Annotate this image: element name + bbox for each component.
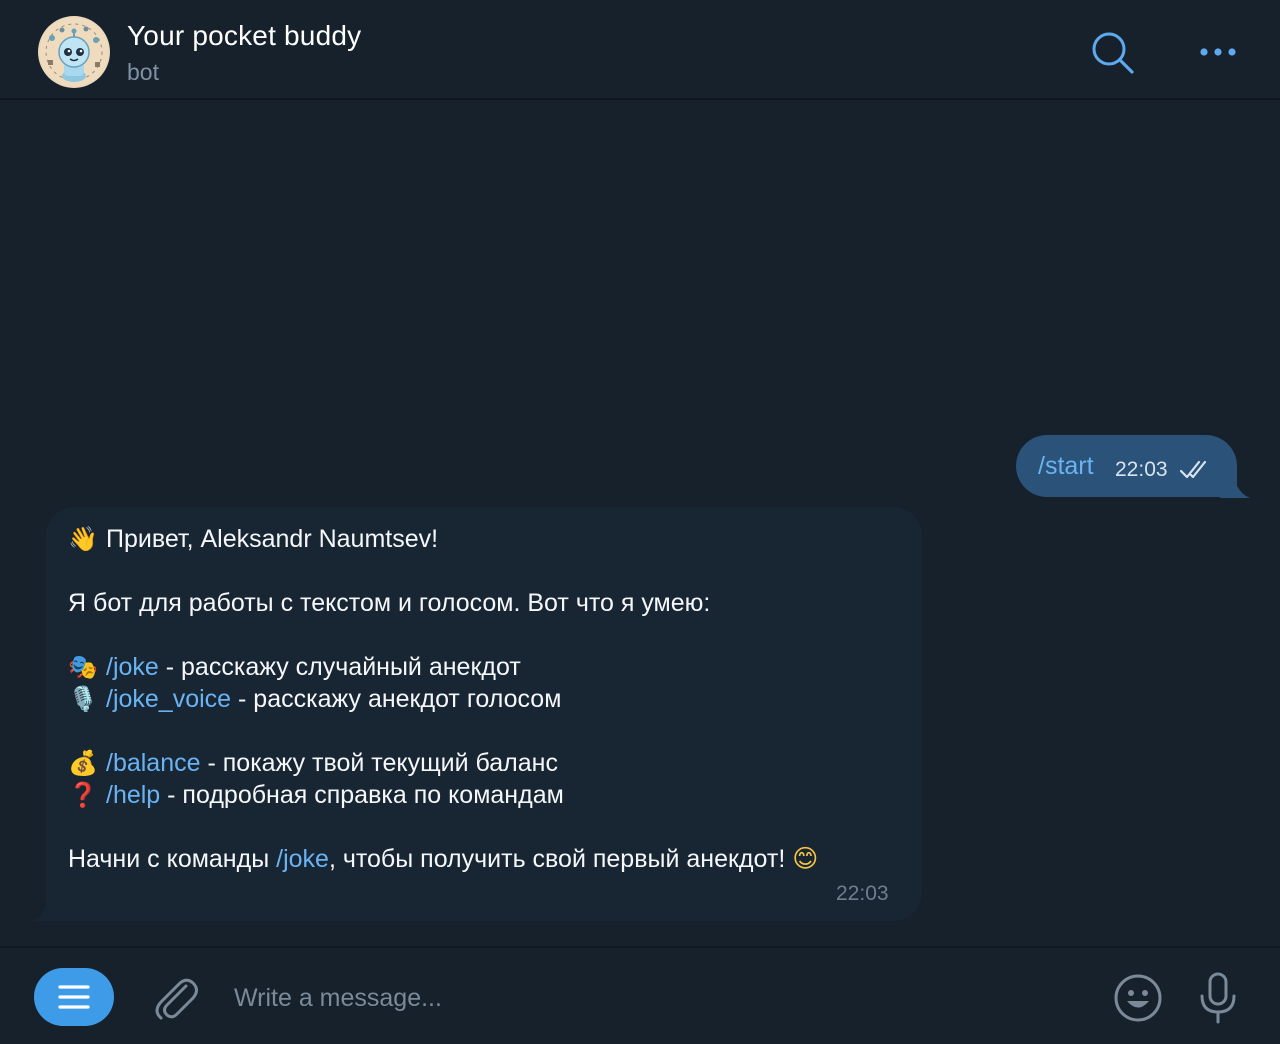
command-line-joke-voice: 🎙️ /joke_voice - расскажу анекдот голосом (68, 683, 561, 715)
bot-avatar[interactable] (38, 16, 110, 88)
attach-button[interactable] (150, 972, 200, 1024)
emoji-button[interactable] (1112, 972, 1164, 1024)
outro-text-after: , чтобы получить свой первый анекдот! (328, 845, 793, 873)
incoming-bubble-tail (32, 885, 62, 921)
incoming-message-time: 22:03 (836, 882, 889, 905)
waving-hand-icon: 👋 (68, 525, 98, 553)
chat-window: Your pocket buddy bot /start 22:03 👋 При… (0, 0, 1280, 1044)
microphone-emoji-icon: 🎙️ (68, 685, 98, 713)
menu-icon (58, 985, 90, 1009)
intro-line: Я бот для работы с текстом и голосом. Во… (68, 589, 711, 617)
outgoing-message-time: 22:03 (1115, 458, 1168, 481)
outgoing-message-text[interactable]: /start (1038, 452, 1094, 481)
chat-subtitle: bot (127, 59, 159, 85)
greeting-line: 👋 Привет, Aleksandr Naumtsev! (68, 523, 438, 555)
voice-record-button[interactable] (1196, 970, 1240, 1026)
outro-text-before: Начни с команды (68, 845, 277, 873)
paperclip-icon (155, 978, 198, 1020)
command-description: - покажу твой текущий баланс (200, 749, 558, 777)
greeting-text: Привет, Aleksandr Naumtsev! (106, 525, 439, 553)
command-line-help: ❓ /help - подробная справка по командам (68, 779, 564, 811)
message-composer (0, 946, 1280, 1044)
microphone-icon (1200, 972, 1236, 1024)
more-options-button[interactable] (1194, 34, 1242, 70)
command-link-joke[interactable]: /joke (106, 653, 159, 681)
command-description: - подробная справка по командам (160, 781, 564, 809)
robot-avatar-icon (40, 18, 108, 86)
command-line-balance: 💰 /balance - покажу твой текущий баланс (68, 747, 558, 779)
bot-menu-button[interactable] (34, 968, 114, 1026)
money-bag-icon: 💰 (68, 749, 98, 777)
command-link-balance[interactable]: /balance (106, 749, 201, 777)
search-icon (1092, 32, 1134, 74)
more-dots-icon (1200, 48, 1236, 56)
command-line-joke: 🎭 /joke - расскажу случайный анекдот (68, 651, 521, 683)
chat-header: Your pocket buddy bot (0, 0, 1280, 100)
command-link-joke-outro[interactable]: /joke (276, 845, 329, 873)
double-check-icon (1179, 460, 1207, 479)
smiley-icon (1114, 974, 1162, 1022)
command-description: - расскажу случайный анекдот (158, 653, 521, 681)
question-mark-icon: ❓ (68, 781, 98, 809)
outro-line: Начни с команды /joke, чтобы получить св… (68, 843, 818, 875)
command-link-joke-voice[interactable]: /joke_voice (106, 685, 231, 713)
command-link-help[interactable]: /help (106, 781, 160, 809)
command-description: - расскажу анекдот голосом (231, 685, 562, 713)
search-button[interactable] (1088, 29, 1136, 77)
smiling-face-icon: 😊 (792, 844, 819, 873)
message-input[interactable] (234, 978, 1074, 1018)
outgoing-bubble-tail (1220, 462, 1250, 498)
theater-masks-icon: 🎭 (68, 653, 98, 681)
chat-title[interactable]: Your pocket buddy (127, 20, 361, 52)
